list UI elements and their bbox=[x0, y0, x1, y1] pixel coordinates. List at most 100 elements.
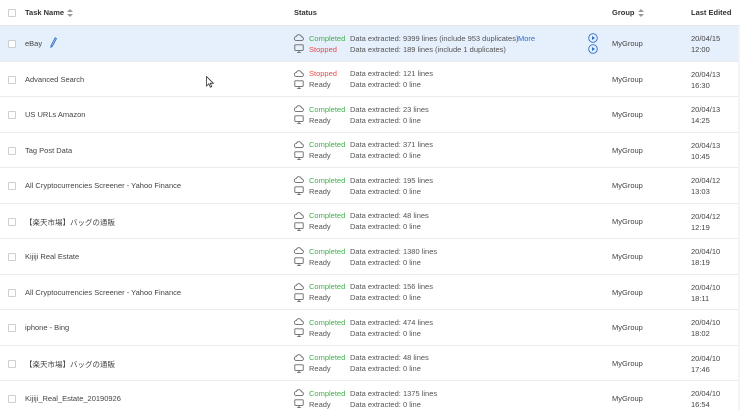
group-name: MyGroup bbox=[612, 323, 643, 332]
row-checkbox[interactable] bbox=[8, 217, 16, 226]
group-name: MyGroup bbox=[612, 252, 643, 261]
monitor-icon bbox=[294, 115, 304, 124]
row-checkbox[interactable] bbox=[8, 75, 16, 84]
cloud-icon bbox=[294, 353, 304, 361]
row-checkbox[interactable] bbox=[8, 40, 16, 48]
cloud-status: Completed bbox=[309, 104, 346, 114]
local-status: Ready bbox=[309, 115, 331, 125]
pencil-icon[interactable] bbox=[50, 37, 57, 48]
column-header-group[interactable]: Group bbox=[612, 8, 644, 18]
select-all-checkbox[interactable] bbox=[8, 9, 16, 17]
table-row[interactable]: eBay Completed Data extracted: 9399 lines … bbox=[0, 26, 740, 62]
last-edited-time: 13:03 bbox=[691, 187, 710, 196]
last-edited: 20/04/15 12:00 bbox=[691, 33, 720, 55]
play-circle-icon[interactable] bbox=[588, 43, 598, 54]
local-status: Ready bbox=[309, 151, 331, 160]
monitor-icon bbox=[294, 292, 304, 302]
cloud-status-detail: Data extracted: 195 lines bbox=[350, 175, 433, 185]
more-link[interactable]: More bbox=[518, 34, 535, 43]
cloud-icon bbox=[294, 247, 304, 255]
last-edited: 20/04/10 18:11 bbox=[691, 282, 720, 304]
last-edited-time: 10:45 bbox=[691, 151, 710, 161]
group-name: MyGroup bbox=[612, 181, 643, 190]
task-name[interactable]: Kijiji Real Estate bbox=[25, 252, 79, 261]
local-status: Ready bbox=[309, 293, 331, 302]
table-row[interactable]: iphone - Bing Completed Data extracted: 47… bbox=[0, 310, 740, 346]
group-name: MyGroup bbox=[612, 39, 643, 48]
table-row[interactable]: Kijiji Real Estate Completed Data extracte… bbox=[0, 239, 740, 275]
monitor-icon bbox=[294, 328, 304, 337]
last-edited-time: 16:54 bbox=[691, 400, 710, 409]
group-name: MyGroup bbox=[612, 358, 643, 368]
task-name[interactable]: Tag Post Data bbox=[25, 146, 72, 155]
row-checkbox[interactable] bbox=[8, 288, 16, 297]
last-edited: 20/04/10 16:54 bbox=[691, 388, 720, 410]
row-checkbox[interactable] bbox=[8, 395, 16, 403]
local-status-detail: Data extracted: 0 line bbox=[350, 328, 421, 338]
monitor-icon bbox=[294, 257, 304, 266]
local-status: Ready bbox=[309, 222, 331, 231]
task-name[interactable]: eBay bbox=[25, 39, 42, 48]
column-header-status: Status bbox=[294, 8, 317, 17]
cloud-icon bbox=[294, 140, 304, 148]
table-row[interactable]: Tag Post Data Completed Data extracted: 37… bbox=[0, 133, 740, 168]
column-header-last-edited[interactable]: Last Edited bbox=[691, 8, 731, 17]
row-checkbox[interactable] bbox=[8, 359, 16, 368]
last-edited: 20/04/12 13:03 bbox=[691, 175, 720, 197]
row-checkbox[interactable] bbox=[8, 111, 16, 119]
row-checkbox[interactable] bbox=[8, 253, 16, 261]
cloud-status-detail: Data extracted: 48 lines bbox=[350, 211, 429, 220]
last-edited-date: 20/04/10 bbox=[691, 389, 721, 398]
table-row[interactable]: All Cryptocurrencies Screener - Yahoo Fi… bbox=[0, 275, 740, 310]
monitor-icon bbox=[294, 399, 304, 408]
play-circle-icon[interactable] bbox=[588, 32, 598, 43]
local-status: Ready bbox=[309, 364, 331, 373]
table-row[interactable]: Kijiji_Real_Estate_20190926 Completed Data… bbox=[0, 381, 740, 410]
table-row[interactable]: 【楽天市場】バッグの通販 Completed Data extracted: 48 … bbox=[0, 346, 740, 381]
table-row[interactable]: 【楽天市場】バッグの通販 Completed Data extracted: 48 … bbox=[0, 204, 740, 239]
cloud-icon bbox=[294, 34, 304, 42]
task-name[interactable]: iphone - Bing bbox=[25, 323, 69, 332]
cloud-status: Completed bbox=[309, 175, 346, 185]
last-edited-date: 20/04/15 bbox=[691, 34, 721, 43]
monitor-icon bbox=[294, 186, 304, 195]
cloud-status-detail: Data extracted: 23 lines bbox=[350, 104, 429, 114]
table-row[interactable]: Advanced Search Stopped Data extracted: 12… bbox=[0, 62, 740, 97]
sort-icon[interactable] bbox=[637, 8, 644, 18]
row-checkbox[interactable] bbox=[8, 324, 16, 332]
task-name[interactable]: All Cryptocurrencies Screener - Yahoo Fi… bbox=[25, 181, 181, 190]
last-edited: 20/04/10 18:02 bbox=[691, 317, 720, 339]
cloud-status: Completed bbox=[309, 282, 346, 291]
last-edited: 20/04/12 12:19 bbox=[691, 211, 720, 233]
task-name[interactable]: 【楽天市場】バッグの通販 bbox=[25, 359, 115, 370]
cloud-status: Completed bbox=[309, 246, 346, 256]
last-edited-date: 20/04/10 bbox=[691, 318, 721, 327]
table-header: Task Name Status Group Last Edited bbox=[0, 0, 740, 26]
last-edited: 20/04/13 14:25 bbox=[691, 104, 720, 126]
cloud-icon bbox=[294, 318, 304, 326]
row-checkbox[interactable] bbox=[8, 182, 16, 190]
row-checkbox[interactable] bbox=[8, 146, 16, 155]
cloud-status: Completed bbox=[309, 211, 346, 220]
task-name[interactable]: 【楽天市場】バッグの通販 bbox=[25, 217, 115, 228]
group-name: MyGroup bbox=[612, 110, 643, 119]
task-name[interactable]: All Cryptocurrencies Screener - Yahoo Fi… bbox=[25, 288, 181, 297]
task-name[interactable]: Kijiji_Real_Estate_20190926 bbox=[25, 394, 121, 403]
cloud-status: Completed bbox=[309, 388, 346, 398]
task-name[interactable]: US URLs Amazon bbox=[25, 110, 85, 119]
local-status-detail: Data extracted: 0 line bbox=[350, 151, 421, 160]
table-row[interactable]: US URLs Amazon Completed Data extracted: 2… bbox=[0, 97, 740, 133]
cloud-status: Completed bbox=[309, 140, 346, 149]
local-status-detail: Data extracted: 0 line bbox=[350, 257, 421, 267]
column-header-task-name[interactable]: Task Name bbox=[25, 8, 74, 18]
group-name: MyGroup bbox=[612, 394, 643, 403]
local-status-detail: Data extracted: 0 line bbox=[350, 222, 421, 231]
table-row[interactable]: All Cryptocurrencies Screener - Yahoo Fi… bbox=[0, 168, 740, 204]
last-edited-date: 20/04/10 bbox=[691, 247, 721, 256]
task-name[interactable]: Advanced Search bbox=[25, 75, 84, 84]
local-status: Stopped bbox=[309, 44, 337, 54]
last-edited-time: 16:30 bbox=[691, 80, 710, 90]
cloud-status-detail: Data extracted: 48 lines bbox=[350, 353, 429, 362]
cloud-status-detail: Data extracted: 474 lines bbox=[350, 317, 433, 327]
sort-icon[interactable] bbox=[67, 8, 74, 18]
